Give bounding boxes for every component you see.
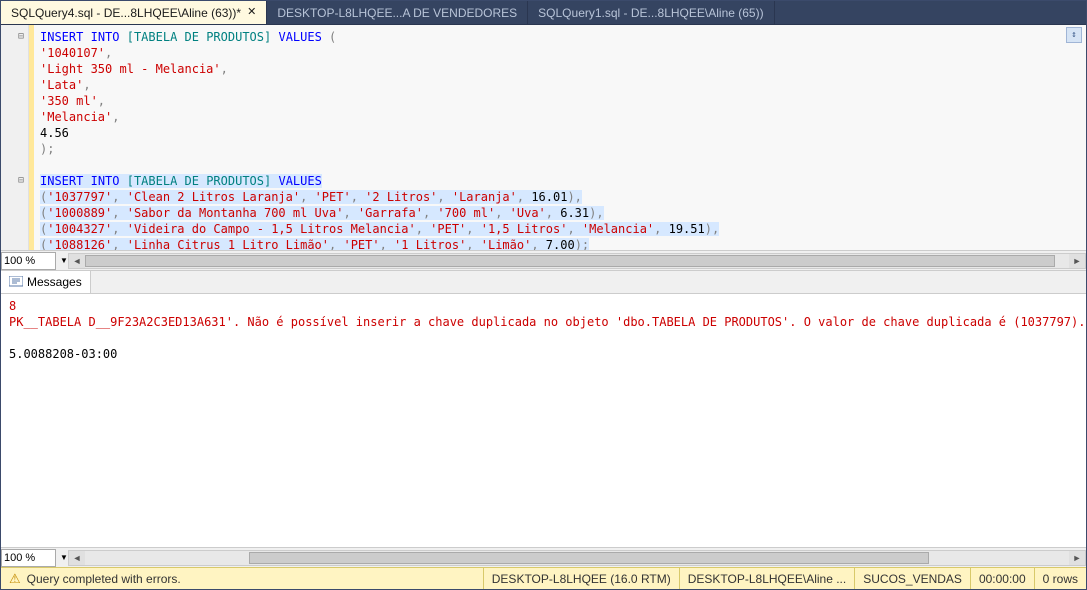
code-area[interactable]: ↕ ⊟ ⊟ INSERT INTO [TABELA DE PRODUTOS] V… bbox=[1, 25, 1086, 250]
zoom-select[interactable] bbox=[1, 252, 56, 270]
status-time: 00:00:00 bbox=[970, 568, 1034, 589]
scroll-right-icon[interactable]: ► bbox=[1069, 254, 1085, 268]
error-line: PK__TABELA D__9F23A2C3ED13A631'. Não é p… bbox=[9, 315, 1085, 329]
status-rows: 0 rows bbox=[1034, 568, 1086, 589]
outline-collapse-icon[interactable]: ⊟ bbox=[1, 29, 28, 45]
status-bar: ⚠ Query completed with errors. DESKTOP-L… bbox=[1, 567, 1086, 589]
results-tab-bar: Messages bbox=[1, 270, 1086, 294]
scroll-thumb[interactable] bbox=[249, 552, 929, 564]
tab-label: DESKTOP-L8LHQEE...A DE VENDEDORES bbox=[277, 6, 517, 20]
warning-icon: ⚠ bbox=[9, 571, 21, 587]
messages-tab-label: Messages bbox=[27, 275, 82, 289]
messages-zoom-bar: ▼ ◄ ► bbox=[1, 547, 1086, 567]
timestamp-line: 5.0088208-03:00 bbox=[9, 347, 117, 361]
tab-label: SQLQuery4.sql - DE...8LHQEE\Aline (63))* bbox=[11, 6, 241, 20]
horizontal-scrollbar[interactable]: ◄ ► bbox=[68, 550, 1086, 566]
editor-zoom-bar: ▼ ◄ ► bbox=[1, 250, 1086, 270]
tab-vendedores[interactable]: DESKTOP-L8LHQEE...A DE VENDEDORES bbox=[267, 1, 528, 24]
tab-label: SQLQuery1.sql - DE...8LHQEE\Aline (65)) bbox=[538, 6, 763, 20]
document-tab-bar: SQLQuery4.sql - DE...8LHQEE\Aline (63))*… bbox=[1, 1, 1086, 25]
outline-collapse-icon[interactable]: ⊟ bbox=[1, 173, 28, 189]
code-text[interactable]: INSERT INTO [TABELA DE PRODUTOS] VALUES … bbox=[34, 25, 1086, 250]
scroll-left-icon[interactable]: ◄ bbox=[69, 551, 85, 565]
status-user: DESKTOP-L8LHQEE\Aline ... bbox=[679, 568, 855, 589]
tab-sqlquery4[interactable]: SQLQuery4.sql - DE...8LHQEE\Aline (63))*… bbox=[1, 1, 267, 24]
scroll-right-icon[interactable]: ► bbox=[1069, 551, 1085, 565]
zoom-select[interactable] bbox=[1, 549, 56, 567]
status-message: Query completed with errors. bbox=[27, 572, 181, 586]
status-server: DESKTOP-L8LHQEE (16.0 RTM) bbox=[483, 568, 679, 589]
messages-output[interactable]: 8 PK__TABELA D__9F23A2C3ED13A631'. Não é… bbox=[1, 294, 1086, 547]
split-window-icon[interactable]: ↕ bbox=[1066, 27, 1082, 43]
editor-pane: ↕ ⊟ ⊟ INSERT INTO [TABELA DE PRODUTOS] V… bbox=[1, 25, 1086, 270]
gutter: ⊟ ⊟ bbox=[1, 25, 29, 250]
tab-messages[interactable]: Messages bbox=[1, 271, 91, 293]
status-database: SUCOS_VENDAS bbox=[854, 568, 970, 589]
tab-sqlquery1[interactable]: SQLQuery1.sql - DE...8LHQEE\Aline (65)) bbox=[528, 1, 774, 24]
scroll-left-icon[interactable]: ◄ bbox=[69, 254, 85, 268]
messages-icon bbox=[9, 276, 23, 288]
scroll-thumb[interactable] bbox=[85, 255, 1055, 267]
error-line: 8 bbox=[9, 299, 16, 313]
horizontal-scrollbar[interactable]: ◄ ► bbox=[68, 253, 1086, 269]
close-icon[interactable]: ✕ bbox=[247, 7, 256, 18]
